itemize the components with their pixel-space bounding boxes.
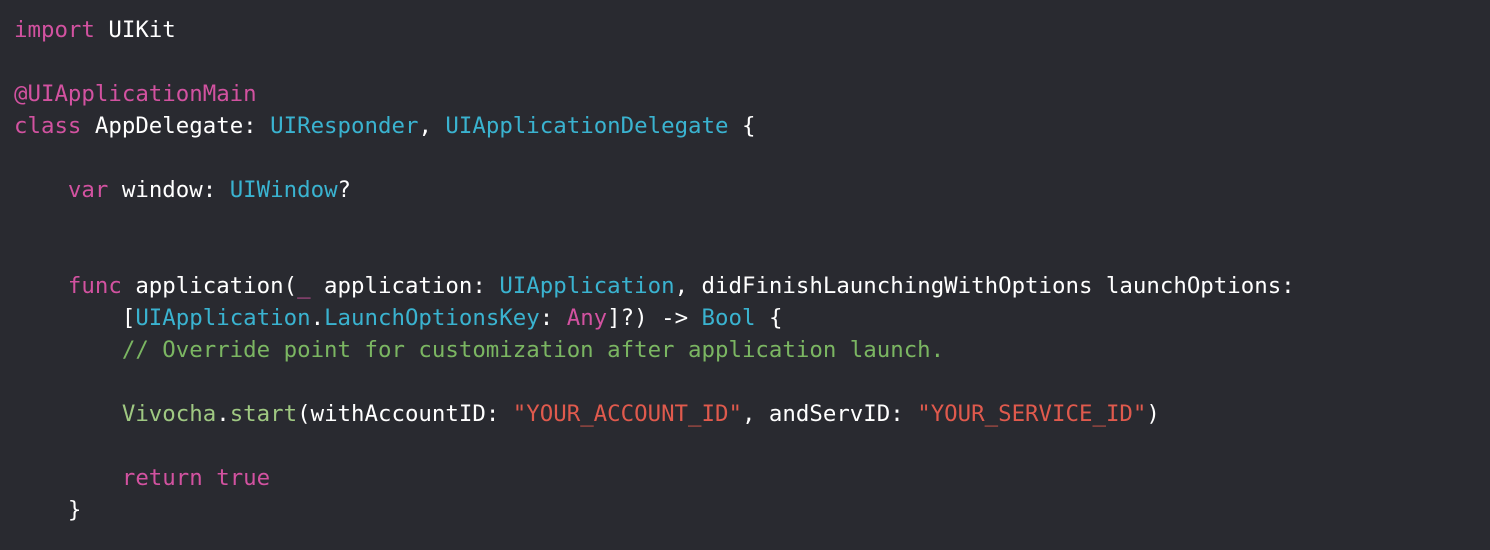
code-token-plain: {	[728, 113, 756, 139]
code-token-keyword: return	[121, 465, 203, 491]
code-token-attribute: @UIApplicationMain	[14, 81, 257, 107]
code-token-plain: .	[310, 305, 325, 331]
code-line: ​	[14, 430, 1295, 462]
code-token-plain: , andServID:	[741, 401, 918, 427]
source-code[interactable]: import UIKit​@UIApplicationMainclass App…	[14, 14, 1295, 526]
code-token-keyword: class	[14, 113, 82, 139]
code-token-type: UIApplication	[499, 273, 675, 299]
code-token-keyword: Any	[566, 305, 608, 331]
code-token-plain: application:	[310, 273, 500, 299]
code-token-plain: (withAccountID:	[297, 401, 513, 427]
code-token-plain: UIKit	[94, 17, 176, 43]
code-line: // Override point for customization afte…	[14, 334, 1295, 366]
code-token-plain: }	[14, 497, 82, 523]
code-token-type: UIApplicationDelegate	[445, 113, 729, 139]
code-token-keyword: import	[14, 17, 95, 43]
code-token-plain: AppDelegate:	[81, 113, 271, 139]
code-token-plain: .	[216, 401, 230, 427]
code-token-plain: ?	[337, 177, 352, 203]
code-token-comment: // Override point for customization afte…	[121, 337, 945, 363]
code-token-plain: ]?) ->	[607, 305, 702, 331]
code-token-plain: application(	[121, 273, 298, 299]
code-line: func application(_ application: UIApplic…	[14, 270, 1295, 302]
code-token-type: UIWindow	[229, 177, 338, 203]
code-token-plain: )	[1146, 401, 1160, 427]
code-token-keyword: _	[297, 273, 311, 299]
code-token-type: Bool	[701, 305, 756, 331]
code-token-type: UIResponder	[270, 113, 419, 139]
code-line: @UIApplicationMain	[14, 78, 1295, 110]
code-line: var window: UIWindow?	[14, 174, 1295, 206]
code-line: ​	[14, 366, 1295, 398]
code-token-plain: window:	[108, 177, 230, 203]
code-token-type: LaunchOptionsKey	[324, 305, 540, 331]
code-token-plain: ,	[418, 113, 446, 139]
code-line: return true	[14, 462, 1295, 494]
code-token-call: start	[229, 401, 298, 427]
code-token-plain: , didFinishLaunchingWithOptions launchOp…	[674, 273, 1295, 299]
code-line: import UIKit	[14, 14, 1295, 46]
code-token-type: UIApplication	[135, 305, 311, 331]
code-line: Vivocha.start(withAccountID: "YOUR_ACCOU…	[14, 398, 1295, 430]
code-line: ​	[14, 142, 1295, 174]
code-token-string: "YOUR_SERVICE_ID"	[917, 401, 1147, 427]
code-token-keyword: func	[67, 273, 122, 299]
code-token-call: Vivocha	[121, 401, 217, 427]
code-line: ​	[14, 206, 1295, 238]
code-line: }	[14, 494, 1295, 526]
code-token-keyword: var	[67, 177, 109, 203]
code-token-plain: :	[539, 305, 567, 331]
code-line: class AppDelegate: UIResponder, UIApplic…	[14, 110, 1295, 142]
code-token-keyword: true	[216, 465, 271, 491]
code-line: ​	[14, 238, 1295, 270]
code-line: [UIApplication.LaunchOptionsKey: Any]?) …	[14, 302, 1295, 334]
code-line: ​	[14, 46, 1295, 78]
code-token-plain: {	[755, 305, 783, 331]
code-token-plain: [	[14, 305, 136, 331]
code-editor[interactable]: import UIKit​@UIApplicationMainclass App…	[0, 0, 1490, 550]
code-token-string: "YOUR_ACCOUNT_ID"	[512, 401, 742, 427]
